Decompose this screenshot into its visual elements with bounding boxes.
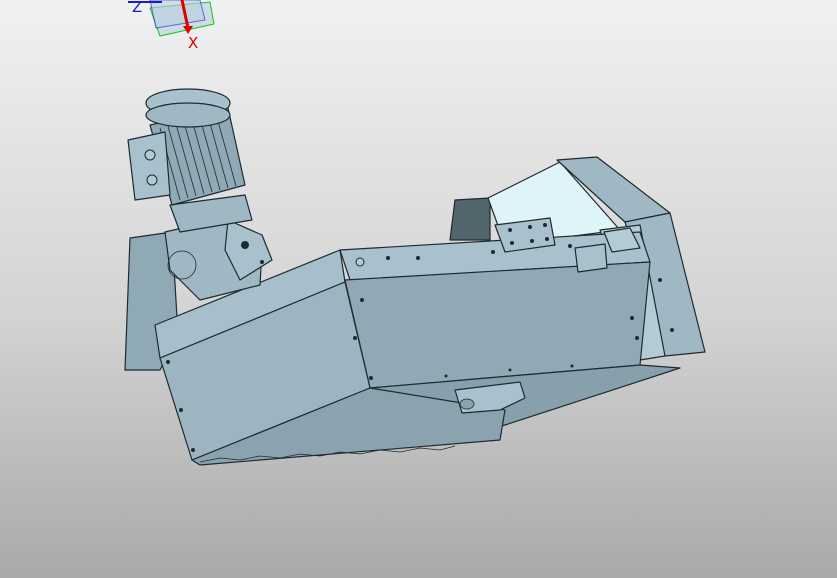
cad-assembly[interactable] [124, 88, 706, 466]
motor [127, 88, 246, 206]
sensor-box [574, 243, 608, 273]
motor-fan-ring [145, 102, 231, 128]
triad-z-label: Z [132, 0, 142, 16]
model-canvas[interactable]: X Z [0, 0, 837, 578]
terminal-box [127, 131, 171, 201]
cad-viewport[interactable]: X Z [0, 0, 837, 578]
orientation-triad: X Z [128, 0, 215, 52]
rear-dark-panel [449, 197, 491, 241]
triad-x-label: X [188, 34, 198, 52]
